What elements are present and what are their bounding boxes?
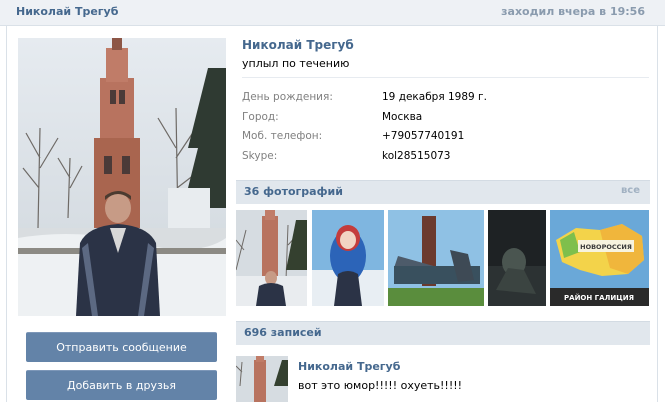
send-message-button[interactable]: Отправить сообщение [26, 332, 217, 362]
post-author-name[interactable]: Николай Трегуб [298, 360, 400, 373]
profile-avatar[interactable] [18, 38, 226, 316]
photo-thumb[interactable] [388, 210, 484, 306]
post-author-avatar[interactable] [236, 356, 288, 402]
map-caption: РАЙОН ГАЛИЦИЯ [564, 293, 634, 302]
info-value: kol28515073 [382, 150, 451, 162]
last-seen-status: заходил вчера в 19:56 [501, 5, 645, 18]
post-text: вот это юмор!!!!! охуеть!!!!! [298, 379, 463, 392]
wall-section-header[interactable]: 696 записей [236, 321, 650, 345]
info-row-skype: Skype: kol28515073 [242, 150, 649, 166]
add-friend-button[interactable]: Добавить в друзья [26, 370, 217, 400]
top-bar: Николай Трегуб заходил вчера в 19:56 [0, 0, 665, 26]
header-user-name[interactable]: Николай Трегуб [16, 5, 118, 18]
info-value: +79057740191 [382, 130, 465, 142]
map-label: НОВОРОССИЯ [580, 243, 632, 251]
photos-all-link[interactable]: все [621, 185, 640, 196]
divider [242, 77, 649, 78]
photos-count-title[interactable]: 36 фотографий [244, 185, 343, 198]
photo-thumb[interactable] [236, 210, 307, 306]
wall-count-title[interactable]: 696 записей [244, 326, 322, 339]
photo-thumb[interactable]: НОВОРОССИЯ РАЙОН ГАЛИЦИЯ [550, 210, 649, 306]
info-key: Skype: [242, 150, 278, 162]
info-row-phone: Моб. телефон: +79057740191 [242, 130, 649, 146]
info-key: Моб. телефон: [242, 130, 323, 142]
info-key: День рождения: [242, 91, 333, 103]
info-value[interactable]: 19 декабря 1989 г. [382, 91, 487, 103]
profile-status: уплыл по течению [242, 57, 350, 70]
info-row-city: Город: Москва [242, 111, 649, 127]
info-row-birthday: День рождения: 19 декабря 1989 г. [242, 91, 649, 107]
info-key: Город: [242, 111, 279, 123]
info-value[interactable]: Москва [382, 111, 422, 123]
photo-thumb[interactable] [488, 210, 546, 306]
photos-section-header[interactable]: 36 фотографий все [236, 180, 650, 204]
profile-name: Николай Трегуб [242, 38, 354, 52]
photo-thumb[interactable] [312, 210, 384, 306]
